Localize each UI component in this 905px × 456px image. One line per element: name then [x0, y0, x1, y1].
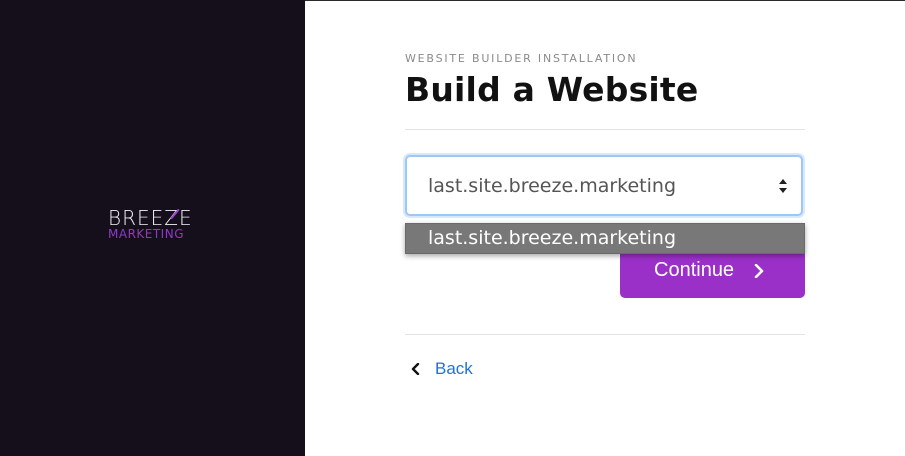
dropdown-option[interactable]: last.site.breeze.marketing	[428, 227, 676, 249]
site-select[interactable]: last.site.breeze.marketing	[405, 155, 803, 216]
site-select-dropdown: last.site.breeze.marketing	[405, 223, 805, 254]
page-title: Build a Website	[405, 70, 699, 109]
logo-wordmark-bottom: MARKETING	[108, 227, 184, 241]
breeze-marketing-logo: BREEZE MARKETING	[108, 208, 208, 241]
top-divider	[405, 129, 805, 130]
site-select-value: last.site.breeze.marketing	[428, 175, 677, 197]
select-arrows-icon	[779, 179, 787, 193]
continue-button[interactable]: Continue	[620, 253, 805, 298]
bottom-divider	[405, 334, 805, 335]
back-link-label[interactable]: Back	[435, 359, 473, 379]
chevron-right-icon	[754, 264, 764, 278]
chevron-left-icon	[411, 363, 420, 375]
continue-button-label: Continue	[654, 259, 735, 281]
logo-wordmark-top: BREEZE	[108, 206, 193, 230]
section-eyebrow: WEBSITE BUILDER INSTALLATION	[405, 52, 638, 65]
brand-panel: BREEZE MARKETING	[0, 0, 305, 456]
